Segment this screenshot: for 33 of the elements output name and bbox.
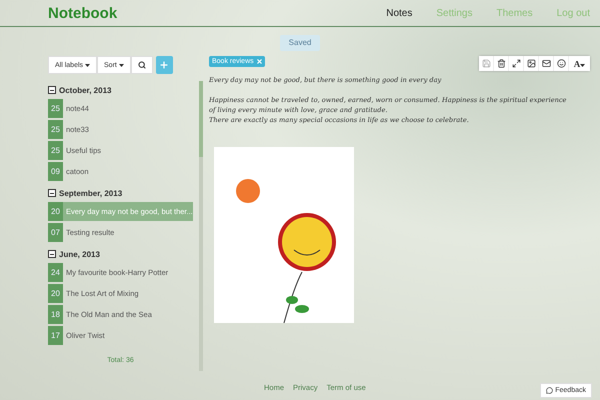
collapse-icon[interactable]: [48, 250, 56, 258]
caret-icon: [580, 64, 586, 66]
note-date: 07: [48, 223, 63, 242]
trash-icon[interactable]: [494, 56, 509, 71]
group-heading: September, 2013: [59, 188, 122, 198]
note-date: 25: [48, 141, 63, 160]
collapse-icon[interactable]: [48, 189, 56, 197]
note-date: 20: [48, 284, 63, 303]
image-icon[interactable]: [524, 56, 539, 71]
saved-status: Saved: [280, 35, 320, 51]
note-date: 09: [48, 162, 63, 181]
group-heading: October, 2013: [59, 86, 112, 94]
nav-link[interactable]: Notes: [386, 8, 412, 18]
note-date: 17: [48, 326, 63, 345]
note-date: 20: [48, 202, 63, 221]
note-date: 18: [48, 305, 63, 324]
font-menu[interactable]: A: [569, 56, 590, 71]
caret-icon: [118, 64, 124, 66]
search-icon: [138, 61, 146, 69]
brand-logo: Notebook: [48, 4, 118, 22]
note-date: 25: [48, 99, 63, 118]
mail-icon[interactable]: [539, 56, 554, 71]
collapse-icon[interactable]: [48, 86, 56, 94]
caret-icon: [85, 64, 90, 66]
group-heading: June, 2013: [59, 250, 100, 258]
search-button[interactable]: [130, 56, 153, 74]
chat-icon: [546, 387, 554, 394]
note-date: 24: [48, 263, 63, 282]
scrollbar[interactable]: [199, 81, 203, 371]
fullscreen-icon[interactable]: [509, 56, 524, 71]
plus-icon: [159, 60, 170, 70]
smiley-icon[interactable]: [554, 56, 569, 71]
note-date: 25: [48, 120, 63, 139]
